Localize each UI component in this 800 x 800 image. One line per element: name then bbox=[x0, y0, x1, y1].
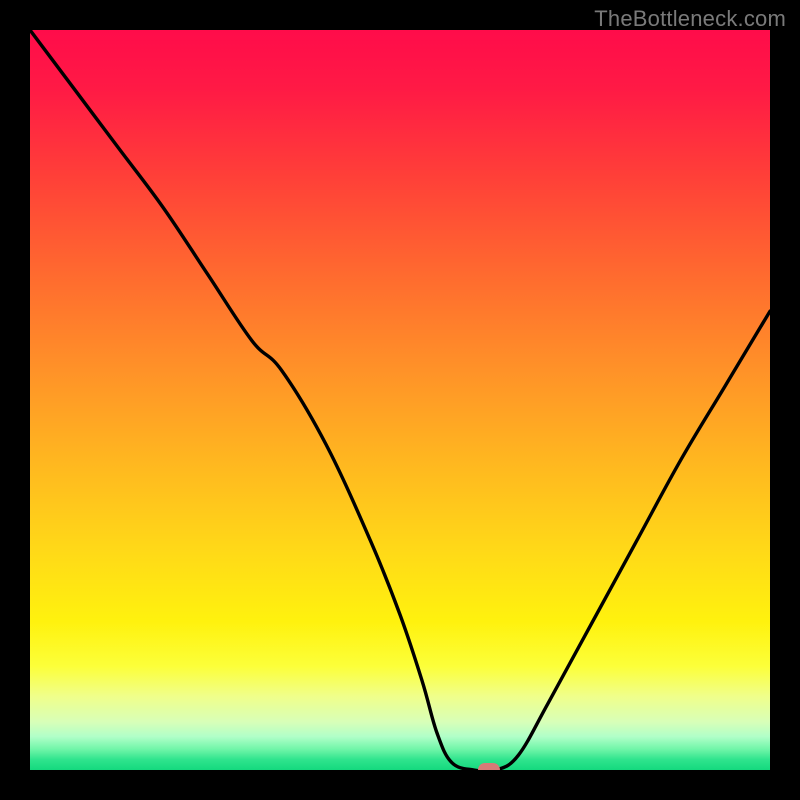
optimal-point-marker bbox=[478, 763, 500, 770]
watermark-text: TheBottleneck.com bbox=[594, 6, 786, 32]
background-gradient bbox=[30, 30, 770, 770]
plot-area bbox=[30, 30, 770, 770]
chart-frame: TheBottleneck.com bbox=[0, 0, 800, 800]
